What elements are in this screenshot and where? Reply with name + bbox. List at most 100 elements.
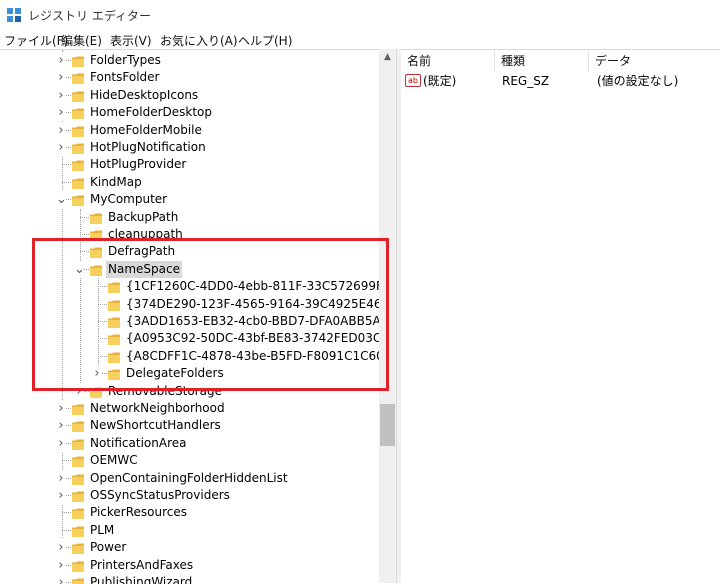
tree-item[interactable]: HotPlugProvider	[0, 156, 379, 173]
folder-icon	[72, 542, 84, 555]
tree-item[interactable]: ⌄ NameSpace	[0, 260, 379, 278]
chevron-right-icon[interactable]: ›	[56, 86, 66, 104]
tree-item-label: OpenContainingFolderHiddenList	[90, 470, 288, 485]
folder-icon	[72, 403, 84, 415]
registry-tree[interactable]: › FolderTypes › FontsFolder › HideDesktopIcon…	[0, 49, 396, 584]
tree-item[interactable]: {1CF1260C-4DD0-4ebb-811F-33C572699FDE}	[0, 278, 396, 295]
tree-scrollbar[interactable]: ▲	[379, 49, 396, 583]
chevron-right-icon[interactable]: ›	[56, 121, 66, 139]
value-name: (既定)	[423, 74, 457, 88]
tree-item-label: NewShortcutHandlers	[90, 418, 221, 433]
folder-icon	[72, 107, 84, 120]
tree-item[interactable]: KindMap	[0, 174, 379, 191]
tree-item-label: {A0953C92-50DC-43bf-BE83-3742FED03C9C}	[126, 331, 396, 346]
chevron-right-icon[interactable]: ›	[56, 400, 66, 417]
scroll-thumb[interactable]	[380, 404, 395, 446]
folder-icon	[108, 368, 120, 381]
tree-item[interactable]: › HomeFolderMobile	[0, 121, 379, 139]
folder-icon	[72, 72, 84, 85]
menu-bar: ファイル(F) 編集(E) 表示(V) お気に入り(A) ヘルプ(H)	[0, 30, 720, 49]
chevron-right-icon[interactable]: ›	[56, 139, 66, 156]
folder-icon	[108, 299, 120, 311]
tree-item-label: NameSpace	[106, 260, 182, 278]
menu-help[interactable]: ヘルプ(H)	[238, 32, 292, 49]
folder-icon	[108, 351, 120, 363]
title-bar: レジストリ エディター	[0, 0, 720, 30]
scroll-up-arrow-icon[interactable]: ▲	[379, 49, 396, 66]
tree-item-label: OSSyncStatusProviders	[90, 488, 230, 502]
menu-file[interactable]: ファイル(F)	[4, 32, 68, 49]
tree-item[interactable]: OEMWC	[0, 452, 379, 469]
tree-item[interactable]: › DelegateFolders	[0, 365, 379, 383]
tree-item-label: FontsFolder	[90, 70, 160, 85]
tree-item[interactable]: › HotPlugNotification	[0, 139, 379, 156]
tree-item-label: PickerResources	[90, 505, 188, 520]
folder-icon	[72, 55, 84, 67]
menu-edit[interactable]: 編集(E)	[61, 32, 102, 49]
tree-item[interactable]: › OpenContainingFolderHiddenList	[0, 469, 379, 487]
column-header-data[interactable]: データ	[589, 50, 720, 72]
chevron-right-icon[interactable]: ›	[56, 539, 66, 557]
column-header-name[interactable]: 名前	[401, 50, 495, 72]
chevron-right-icon[interactable]: ›	[56, 104, 66, 122]
tree-item-label: PrintersAndFaxes	[90, 557, 194, 572]
tree-item[interactable]: {374DE290-123F-4565-9164-39C4925E467B}	[0, 296, 396, 313]
tree-item[interactable]: {A8CDFF1C-4878-43be-B5FD-F8091C1C60D0}	[0, 348, 396, 365]
chevron-right-icon[interactable]: ›	[56, 556, 66, 574]
tree-item[interactable]: › HideDesktopIcons	[0, 86, 379, 104]
tree-item[interactable]: DefragPath	[0, 243, 379, 260]
tree-item[interactable]: › NetworkNeighborhood	[0, 400, 379, 417]
tree-item-label: {A8CDFF1C-4878-43be-B5FD-F8091C1C60D0}	[126, 348, 396, 363]
tree-item[interactable]: PickerResources	[0, 504, 379, 521]
tree-item[interactable]: › NewShortcutHandlers	[0, 417, 379, 435]
tree-item-label: HomeFolderDesktop	[90, 105, 213, 120]
tree-item[interactable]: {A0953C92-50DC-43bf-BE83-3742FED03C9C}	[0, 330, 396, 347]
chevron-right-icon[interactable]: ›	[74, 382, 84, 400]
chevron-right-icon[interactable]: ›	[92, 365, 102, 383]
chevron-right-icon[interactable]: ›	[56, 469, 66, 487]
folder-icon	[72, 420, 84, 433]
chevron-down-icon[interactable]: ⌄	[74, 260, 85, 278]
folder-icon	[90, 264, 102, 276]
tree-item[interactable]: {3ADD1653-EB32-4cb0-BBD7-DFA0ABB5ACCA}	[0, 313, 396, 330]
tree-item[interactable]: › HomeFolderDesktop	[0, 104, 379, 122]
chevron-down-icon[interactable]: ⌄	[56, 191, 67, 209]
folder-icon	[72, 142, 84, 154]
tree-guide-line	[62, 460, 71, 462]
tree-item[interactable]: › OSSyncStatusProviders	[0, 487, 379, 504]
chevron-right-icon[interactable]: ›	[56, 487, 66, 504]
chevron-right-icon[interactable]: ›	[56, 69, 66, 87]
tree-item[interactable]: BackupPath	[0, 209, 379, 226]
menu-view[interactable]: 表示(V)	[110, 32, 152, 49]
folder-icon	[90, 246, 102, 259]
tree-item[interactable]: › RemovableStorage	[0, 382, 379, 400]
folder-icon	[90, 212, 102, 224]
tree-item[interactable]: PLM	[0, 522, 379, 539]
chevron-right-icon[interactable]: ›	[56, 52, 66, 69]
tree-item-label: cleanuppath	[108, 227, 183, 241]
tree-item[interactable]: › NotificationArea	[0, 434, 379, 452]
value-list[interactable]: 名前 種類 データ ab (既定) REG_SZ (値の設定なし)	[401, 49, 720, 584]
tree-item-label: RemovableStorage	[108, 383, 222, 398]
chevron-right-icon[interactable]: ›	[56, 434, 66, 452]
menu-favorites[interactable]: お気に入り(A)	[160, 32, 238, 49]
value-row[interactable]: ab (既定) REG_SZ (値の設定なし)	[405, 72, 715, 90]
folder-icon	[72, 490, 84, 502]
chevron-right-icon[interactable]: ›	[56, 417, 66, 435]
folder-icon	[72, 473, 84, 485]
tree-item[interactable]: › FontsFolder	[0, 69, 379, 87]
value-type: REG_SZ	[502, 74, 550, 88]
tree-item-label: NetworkNeighborhood	[90, 401, 225, 415]
folder-icon	[108, 333, 120, 346]
tree-item-label: DelegateFolders	[126, 366, 224, 381]
tree-guide-line	[62, 181, 71, 183]
tree-item[interactable]: › FolderTypes	[0, 52, 379, 69]
folder-icon	[72, 125, 84, 137]
tree-guide-line	[62, 529, 71, 531]
column-header-type[interactable]: 種類	[495, 50, 589, 72]
tree-item[interactable]: › PrintersAndFaxes	[0, 556, 379, 574]
tree-item[interactable]: › Power	[0, 539, 379, 557]
tree-item[interactable]: cleanuppath	[0, 226, 379, 243]
tree-item[interactable]: ⌄ MyComputer	[0, 191, 379, 209]
tree-item-label: BackupPath	[108, 209, 179, 224]
